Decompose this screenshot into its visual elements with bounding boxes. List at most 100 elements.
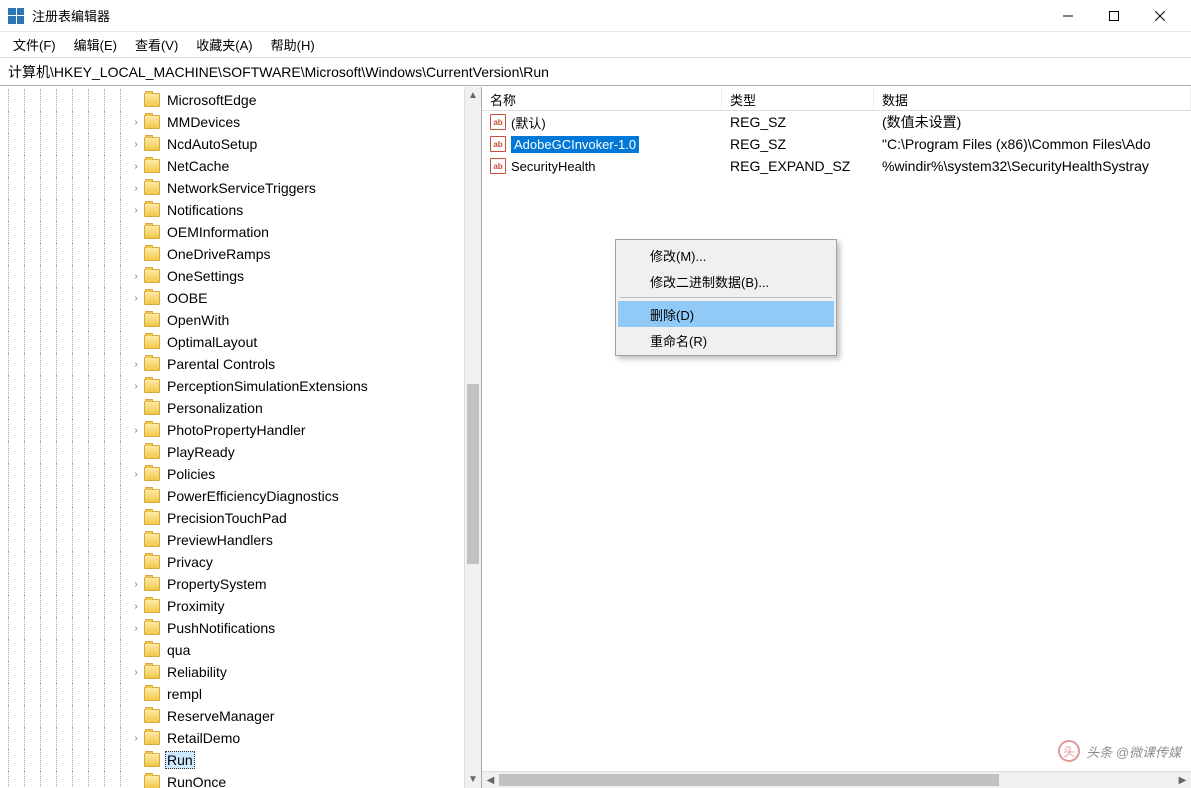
expand-icon[interactable]: ›: [128, 202, 144, 218]
folder-icon: [144, 687, 160, 701]
menu-favorites[interactable]: 收藏夹(A): [187, 31, 261, 58]
folder-icon: [144, 137, 160, 151]
tree-item[interactable]: PrecisionTouchPad: [0, 507, 481, 529]
expand-icon[interactable]: ›: [128, 576, 144, 592]
expand-icon[interactable]: ›: [128, 422, 144, 438]
tree-item-label: Run: [165, 751, 195, 769]
expand-icon[interactable]: ›: [128, 290, 144, 306]
tree-item-label: PushNotifications: [165, 620, 277, 636]
tree-item[interactable]: PowerEfficiencyDiagnostics: [0, 485, 481, 507]
folder-icon: [144, 335, 160, 349]
tree-item[interactable]: OptimalLayout: [0, 331, 481, 353]
context-menu: 修改(M)... 修改二进制数据(B)... 删除(D) 重命名(R): [615, 239, 837, 356]
tree-item[interactable]: ›NetworkServiceTriggers: [0, 177, 481, 199]
expand-icon[interactable]: ›: [128, 356, 144, 372]
tree-item-label: Personalization: [165, 400, 265, 416]
tree-item[interactable]: Personalization: [0, 397, 481, 419]
context-menu-modify[interactable]: 修改(M)...: [618, 242, 834, 268]
tree-item[interactable]: ›PerceptionSimulationExtensions: [0, 375, 481, 397]
expand-icon[interactable]: ›: [128, 158, 144, 174]
tree-item-label: OneSettings: [165, 268, 246, 284]
tree-item[interactable]: › MMDevices: [0, 111, 481, 133]
expand-icon[interactable]: ›: [128, 180, 144, 196]
title-bar: 注册表编辑器: [0, 0, 1191, 32]
menu-file[interactable]: 文件(F): [4, 31, 65, 58]
address-bar[interactable]: 计算机\HKEY_LOCAL_MACHINE\SOFTWARE\Microsof…: [0, 58, 1191, 86]
tree-pane: MicrosoftEdge›MMDevices›NcdAutoSetup›Net…: [0, 87, 482, 788]
vertical-scrollbar[interactable]: ▲ ▼: [464, 87, 481, 788]
context-menu-separator: [620, 297, 832, 298]
minimize-button[interactable]: [1045, 0, 1091, 32]
tree-item[interactable]: › OneSettings: [0, 265, 481, 287]
column-header-name[interactable]: 名称: [482, 87, 722, 110]
horizontal-scrollbar[interactable]: ◀ ▶: [482, 771, 1191, 788]
tree-item[interactable]: OEMInformation: [0, 221, 481, 243]
tree-item-label: PowerEfficiencyDiagnostics: [165, 488, 341, 504]
tree-item[interactable]: ReserveManager: [0, 705, 481, 727]
tree-item[interactable]: ›OOBE: [0, 287, 481, 309]
expand-icon[interactable]: ›: [128, 730, 144, 746]
value-type: REG_SZ: [722, 136, 874, 152]
folder-icon: [144, 93, 160, 107]
value-row[interactable]: abAdobeGCInvoker-1.0REG_SZ"C:\Program Fi…: [482, 133, 1191, 155]
tree-item[interactable]: ›Policies: [0, 463, 481, 485]
expand-icon[interactable]: ›: [128, 466, 144, 482]
scroll-down-button[interactable]: ▼: [465, 771, 481, 788]
tree-item[interactable]: OpenWith: [0, 309, 481, 331]
scroll-right-button[interactable]: ▶: [1174, 772, 1191, 788]
tree-item-label: NetCache: [165, 158, 231, 174]
h-scrollbar-thumb[interactable]: [499, 774, 999, 786]
tree-item[interactable]: › NetCache: [0, 155, 481, 177]
tree-item[interactable]: RunOnce: [0, 771, 481, 788]
tree-item[interactable]: OneDriveRamps: [0, 243, 481, 265]
tree-item[interactable]: ›Reliability: [0, 661, 481, 683]
menu-help[interactable]: 帮助(H): [262, 31, 324, 58]
tree-item-label: NcdAutoSetup: [165, 136, 259, 152]
tree-item[interactable]: rempl: [0, 683, 481, 705]
tree-item[interactable]: ›Notifications: [0, 199, 481, 221]
scrollbar-thumb[interactable]: [467, 384, 479, 564]
folder-icon: [144, 555, 160, 569]
expand-icon[interactable]: ›: [128, 378, 144, 394]
tree-item[interactable]: MicrosoftEdge: [0, 89, 481, 111]
expand-icon[interactable]: ›: [128, 114, 144, 130]
context-menu-delete[interactable]: 删除(D): [618, 301, 834, 327]
expand-icon[interactable]: ›: [128, 268, 144, 284]
tree-item-label: PropertySystem: [165, 576, 269, 592]
scroll-up-button[interactable]: ▲: [465, 87, 481, 104]
expand-icon[interactable]: ›: [128, 620, 144, 636]
tree-item[interactable]: Privacy: [0, 551, 481, 573]
tree-item[interactable]: PreviewHandlers: [0, 529, 481, 551]
values-list[interactable]: ab(默认)REG_SZ(数值未设置)abAdobeGCInvoker-1.0R…: [482, 111, 1191, 771]
tree-item[interactable]: PlayReady: [0, 441, 481, 463]
value-data: (数值未设置): [874, 112, 1191, 132]
tree-item[interactable]: › PropertySystem: [0, 573, 481, 595]
tree-item[interactable]: Run: [0, 749, 481, 771]
tree-item[interactable]: › NcdAutoSetup: [0, 133, 481, 155]
tree-item-label: OpenWith: [165, 312, 231, 328]
registry-tree[interactable]: MicrosoftEdge›MMDevices›NcdAutoSetup›Net…: [0, 87, 481, 788]
expand-icon[interactable]: ›: [128, 136, 144, 152]
column-header-type[interactable]: 类型: [722, 87, 874, 110]
maximize-button[interactable]: [1091, 0, 1137, 32]
scroll-left-button[interactable]: ◀: [482, 772, 499, 788]
expand-icon[interactable]: ›: [128, 664, 144, 680]
tree-item[interactable]: ›RetailDemo: [0, 727, 481, 749]
tree-item[interactable]: › PushNotifications: [0, 617, 481, 639]
tree-item[interactable]: ›Parental Controls: [0, 353, 481, 375]
value-row[interactable]: ab(默认)REG_SZ(数值未设置): [482, 111, 1191, 133]
tree-item[interactable]: qua: [0, 639, 481, 661]
menu-edit[interactable]: 编辑(E): [65, 31, 126, 58]
context-menu-modify-binary[interactable]: 修改二进制数据(B)...: [618, 268, 834, 294]
tree-item[interactable]: ›PhotoPropertyHandler: [0, 419, 481, 441]
tree-item-label: MMDevices: [165, 114, 242, 130]
menu-view[interactable]: 查看(V): [126, 31, 187, 58]
expand-icon[interactable]: ›: [128, 598, 144, 614]
column-header-data[interactable]: 数据: [874, 87, 1191, 110]
tree-item-label: OneDriveRamps: [165, 246, 272, 262]
close-button[interactable]: [1137, 0, 1183, 32]
context-menu-rename[interactable]: 重命名(R): [618, 327, 834, 353]
folder-icon: [144, 665, 160, 679]
tree-item[interactable]: ›Proximity: [0, 595, 481, 617]
value-row[interactable]: abSecurityHealthREG_EXPAND_SZ%windir%\sy…: [482, 155, 1191, 177]
